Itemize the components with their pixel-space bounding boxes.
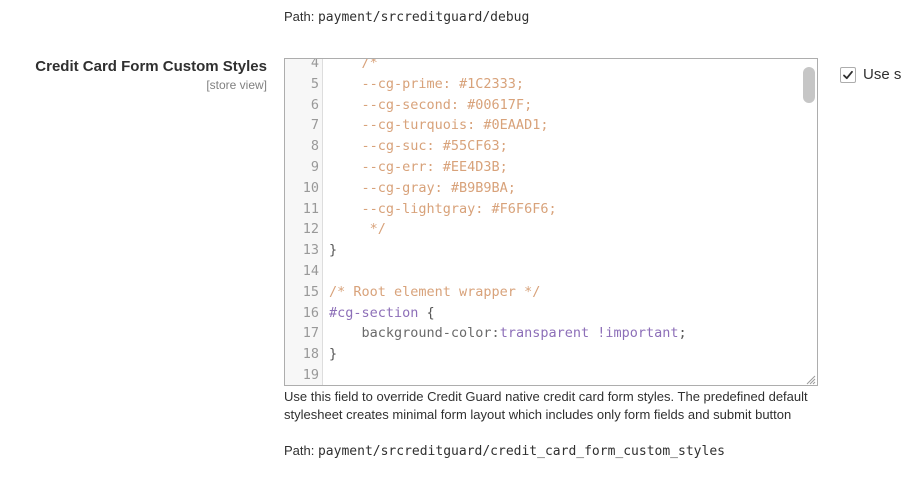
code-token: background-color: (329, 325, 500, 342)
code-line: 7 --cg-turquois: #0EAAD1; (285, 115, 817, 136)
editor-scrollbar[interactable] (803, 67, 815, 103)
line-number: 7 (310, 117, 319, 134)
code-text: } (329, 344, 337, 365)
code-token: transparent !important (499, 325, 679, 342)
code-line: 6 --cg-second: #00617F; (285, 95, 817, 116)
line-number: 14 (302, 262, 319, 279)
code-token: } (329, 346, 338, 363)
code-line: 5 --cg-prime: #1C2333; (285, 74, 817, 95)
code-token: --cg-err: #EE4D3B; (329, 158, 508, 175)
line-number: 13 (302, 242, 319, 259)
code-line: 16 #cg-section { (285, 303, 817, 324)
line-number: 16 (302, 304, 319, 321)
code-token: */ (329, 221, 386, 238)
code-line: 19 (285, 365, 817, 385)
use-system-value-checkbox[interactable] (840, 66, 856, 83)
code-token: --cg-prime: #1C2333; (329, 75, 525, 92)
code-token: --cg-gray: #B9B9BA; (329, 179, 516, 196)
code-text: --cg-gray: #B9B9BA; (329, 178, 516, 199)
code-line: 4 /* (285, 58, 817, 74)
code-line: 11 --cg-lightgray: #F6F6F6; (285, 199, 817, 220)
use-system-value[interactable]: Use s (840, 66, 901, 83)
line-number: 5 (310, 75, 319, 92)
line-number: 4 (310, 58, 319, 71)
field-note: Use this field to override Credit Guard … (284, 389, 808, 422)
code-editor[interactable]: 4 /* 5 --cg-prime: #1C2333; 6 --cg-second:… (284, 58, 818, 386)
code-token: { (418, 304, 435, 321)
debug-path: Path: payment/srcreditguard/debug (284, 8, 529, 27)
code-token: --cg-suc: #55CF63; (329, 138, 508, 155)
field-path-value: payment/srcreditguard/credit_card_form_c… (317, 444, 725, 459)
code-token: --cg-turquois: #0EAAD1; (329, 117, 549, 134)
code-line: 8 --cg-suc: #55CF63; (285, 136, 817, 157)
code-line: 9 --cg-err: #EE4D3B; (285, 157, 817, 178)
line-number: 12 (302, 221, 319, 238)
code-token: } (329, 242, 338, 259)
code-text: #cg-section { (329, 303, 435, 324)
code-text: background-color:transparent !important; (329, 323, 687, 344)
code-line: 12 */ (285, 219, 817, 240)
code-text: --cg-turquois: #0EAAD1; (329, 115, 549, 136)
debug-path-value: payment/srcreditguard/debug (317, 10, 530, 25)
code-lines: 4 /* 5 --cg-prime: #1C2333; 6 --cg-second:… (285, 58, 817, 385)
checkmark-icon (843, 70, 853, 79)
line-number: 15 (302, 283, 319, 300)
code-line: 13} (285, 240, 817, 261)
code-token: #cg-section (329, 304, 419, 321)
field-scope: [store view] (206, 78, 267, 92)
use-system-value-label: Use s (863, 66, 901, 83)
line-number: 10 (302, 179, 319, 196)
line-number: 19 (302, 366, 319, 383)
code-line: 14 (285, 261, 817, 282)
code-token: /* (329, 58, 378, 71)
code-token: /* Root element wrapper */ (329, 283, 541, 300)
line-number: 18 (302, 346, 319, 363)
field-path-label: Path: (284, 443, 315, 458)
code-text: --cg-err: #EE4D3B; (329, 157, 508, 178)
code-text: --cg-prime: #1C2333; (329, 74, 525, 95)
code-text: --cg-second: #00617F; (329, 95, 533, 116)
debug-path-label: Path: (284, 9, 315, 24)
code-line: 10 --cg-gray: #B9B9BA; (285, 178, 817, 199)
resize-handle-icon[interactable] (803, 371, 817, 385)
line-number: 17 (302, 325, 319, 342)
line-number: 8 (310, 138, 319, 155)
code-line: 15 /* Root element wrapper */ (285, 282, 817, 303)
code-token: --cg-lightgray: #F6F6F6; (329, 200, 557, 217)
code-line: 17 background-color:transparent !importa… (285, 323, 817, 344)
field-path: Path: payment/srcreditguard/credit_card_… (284, 442, 725, 461)
code-text: /* Root element wrapper */ (329, 282, 540, 303)
line-number: 9 (310, 158, 319, 175)
field-title: Credit Card Form Custom Styles (35, 58, 267, 75)
code-text: --cg-lightgray: #F6F6F6; (329, 199, 557, 220)
code-text: } (329, 240, 337, 261)
line-number: 6 (310, 96, 319, 113)
field-label: Credit Card Form Custom Styles [store vi… (35, 58, 267, 93)
code-text: /* (329, 58, 378, 74)
code-token: --cg-second: #00617F; (329, 96, 533, 113)
code-line: 18} (285, 344, 817, 365)
line-number: 11 (302, 200, 319, 217)
code-text: */ (329, 219, 386, 240)
code-token: ; (678, 325, 687, 342)
code-text: --cg-suc: #55CF63; (329, 136, 508, 157)
